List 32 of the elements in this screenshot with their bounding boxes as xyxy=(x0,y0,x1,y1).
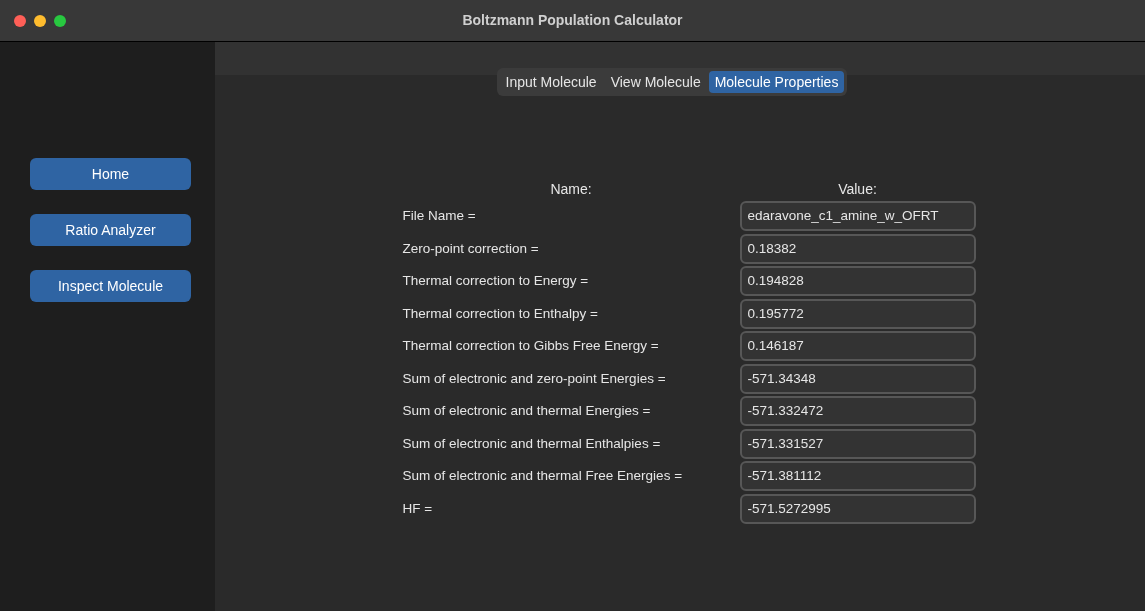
property-label: Sum of electronic and zero-point Energies = xyxy=(402,369,667,388)
property-label: Sum of electronic and thermal Enthalpies = xyxy=(402,434,662,453)
property-label: Zero-point correction = xyxy=(402,239,540,258)
value-field[interactable]: 0.146187 xyxy=(739,331,976,362)
value-field[interactable]: 0.194828 xyxy=(739,266,976,297)
value-field[interactable]: 0.195772 xyxy=(739,298,976,329)
value-field[interactable]: 0.18382 xyxy=(739,233,976,264)
window-title: Boltzmann Population Calculator xyxy=(462,11,683,30)
value-field[interactable]: -571.331527 xyxy=(739,428,976,459)
property-label: Thermal correction to Energy = xyxy=(402,272,590,291)
property-label: Thermal correction to Gibbs Free Energy = xyxy=(402,337,660,356)
value-field[interactable]: edaravone_c1_amine_w_OFRT xyxy=(739,201,976,232)
tab[interactable]: Molecule Properties xyxy=(708,71,845,93)
sidebar-button[interactable]: Home xyxy=(30,158,191,190)
sidebar-button[interactable]: Ratio Analyzer xyxy=(30,214,191,246)
value-field[interactable]: -571.34348 xyxy=(739,363,976,394)
property-label: Sum of electronic and thermal Free Energies = xyxy=(402,467,683,486)
sidebar-button[interactable]: Inspect Molecule xyxy=(30,270,191,302)
minimize-window-icon[interactable] xyxy=(34,15,46,27)
tab[interactable]: Input Molecule xyxy=(499,71,603,93)
column-header: Value: xyxy=(837,179,878,199)
tab[interactable]: View Molecule xyxy=(604,71,707,93)
property-label: File Name = xyxy=(402,207,477,226)
property-label: Thermal correction to Enthalpy = xyxy=(402,304,599,323)
property-label: Sum of electronic and thermal Energies = xyxy=(402,402,652,421)
close-window-icon[interactable] xyxy=(14,15,26,27)
value-field[interactable]: -571.5272995 xyxy=(739,493,976,524)
value-field[interactable]: -571.381112 xyxy=(739,461,976,492)
column-header: Name: xyxy=(549,179,593,199)
property-label: HF = xyxy=(402,499,434,518)
value-field[interactable]: -571.332472 xyxy=(739,396,976,427)
maximize-window-icon[interactable] xyxy=(54,15,66,27)
